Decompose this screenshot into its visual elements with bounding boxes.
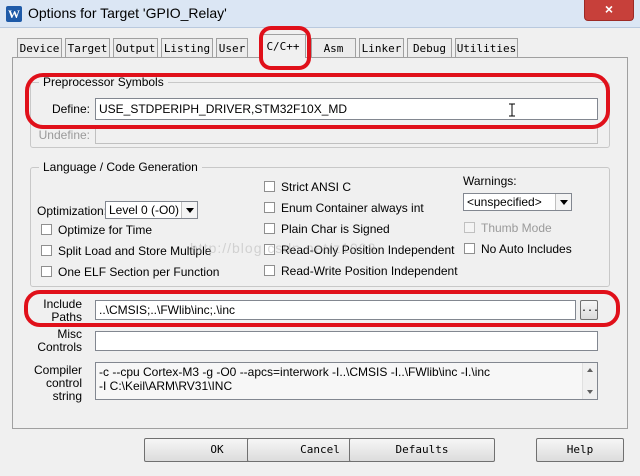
no-auto-includes-checkbox[interactable]	[464, 243, 475, 254]
compiler-label-line2: control	[45, 376, 82, 390]
warnings-label: Warnings:	[463, 174, 517, 188]
browse-button[interactable]: ...	[580, 300, 599, 320]
undefine-input	[95, 126, 598, 144]
misc-label-line2: Controls	[37, 340, 82, 354]
plain-char-label: Plain Char is Signed	[281, 222, 390, 236]
undefine-label: Undefine:	[38, 128, 90, 142]
close-button[interactable]: ×	[584, 0, 634, 21]
optimize-time-checkbox[interactable]	[41, 224, 52, 235]
strict-ansi-label: Strict ANSI C	[281, 180, 352, 194]
include-paths-input[interactable]: ..\CMSIS;..\FWlib\inc;.\inc	[95, 300, 576, 320]
optimize-time-label: Optimize for Time	[58, 223, 153, 237]
tab-listing[interactable]: Listing	[161, 38, 213, 57]
compiler-label-line1: Compiler	[33, 363, 82, 377]
plain-char-checkbox[interactable]	[264, 223, 275, 234]
optimization-select[interactable]: Level 0 (-O0)	[105, 201, 198, 219]
compiler-control-string: -c --cpu Cortex-M3 -g -O0 --apcs=interwo…	[95, 362, 598, 400]
chevron-down-icon[interactable]	[555, 194, 571, 210]
text-cursor-icon	[508, 103, 516, 117]
misc-controls-label: Misc Controls	[30, 328, 82, 354]
define-input[interactable]: USE_STDPERIPH_DRIVER,STM32F10X_MD	[95, 98, 598, 120]
optimization-label: Optimization:	[37, 204, 108, 218]
rw-pos-indep-checkbox[interactable]	[264, 265, 275, 276]
title-bar: W Options for Target 'GPIO_Relay' ×	[0, 0, 640, 28]
misc-controls-input[interactable]	[95, 331, 598, 351]
compiler-line-2: -I C:\Keil\ARM\RV31\INC	[99, 379, 233, 393]
warnings-value: <unspecified>	[467, 195, 542, 209]
tab-user[interactable]: User	[216, 38, 248, 57]
compiler-scrollbar[interactable]	[582, 363, 597, 399]
scroll-down-icon[interactable]	[583, 385, 597, 399]
tab-debug[interactable]: Debug	[407, 38, 452, 57]
define-label: Define:	[51, 102, 90, 116]
include-label-line2: Paths	[51, 310, 82, 324]
defaults-button[interactable]: Defaults	[349, 438, 495, 462]
compiler-line-1: -c --cpu Cortex-M3 -g -O0 --apcs=interwo…	[99, 365, 491, 379]
chevron-down-icon[interactable]	[181, 202, 197, 218]
one-elf-checkbox[interactable]	[41, 266, 52, 277]
tab-asm[interactable]: Asm	[311, 38, 356, 57]
tab-linker[interactable]: Linker	[359, 38, 404, 57]
thumb-mode-label: Thumb Mode	[481, 221, 552, 235]
tab-output[interactable]: Output	[113, 38, 158, 57]
include-label-line1: Include	[43, 297, 82, 311]
strict-ansi-checkbox[interactable]	[264, 181, 275, 192]
app-icon: W	[6, 6, 22, 22]
compiler-control-label: Compiler control string	[30, 364, 82, 403]
tab-target[interactable]: Target	[65, 38, 110, 57]
optimization-value: Level 0 (-O0)	[109, 203, 180, 217]
enum-container-label: Enum Container always int	[281, 201, 424, 215]
tab-c-cpp[interactable]: C/C++	[260, 34, 306, 58]
misc-label-line1: Misc	[57, 327, 82, 341]
split-load-checkbox[interactable]	[41, 245, 52, 256]
watermark-text: http://blog.csdn.net/z1003	[190, 240, 377, 256]
no-auto-includes-label: No Auto Includes	[481, 242, 572, 256]
warnings-select[interactable]: <unspecified>	[463, 193, 572, 211]
split-load-label: Split Load and Store Multiple	[58, 244, 212, 258]
help-button[interactable]: Help	[536, 438, 624, 462]
one-elf-label: One ELF Section per Function	[58, 265, 220, 279]
thumb-mode-checkbox	[464, 222, 475, 233]
window-title: Options for Target 'GPIO_Relay'	[28, 5, 227, 21]
language-group-title: Language / Code Generation	[39, 160, 202, 174]
preprocessor-group-title: Preprocessor Symbols	[39, 75, 168, 89]
rw-pos-indep-label: Read-Write Position Independent	[281, 264, 458, 278]
tab-device[interactable]: Device	[17, 38, 62, 57]
include-paths-label: Include Paths	[30, 298, 82, 324]
enum-container-checkbox[interactable]	[264, 202, 275, 213]
tab-utilities[interactable]: Utilities	[455, 38, 518, 57]
compiler-label-line3: string	[52, 389, 82, 403]
scroll-up-icon[interactable]	[583, 363, 597, 377]
